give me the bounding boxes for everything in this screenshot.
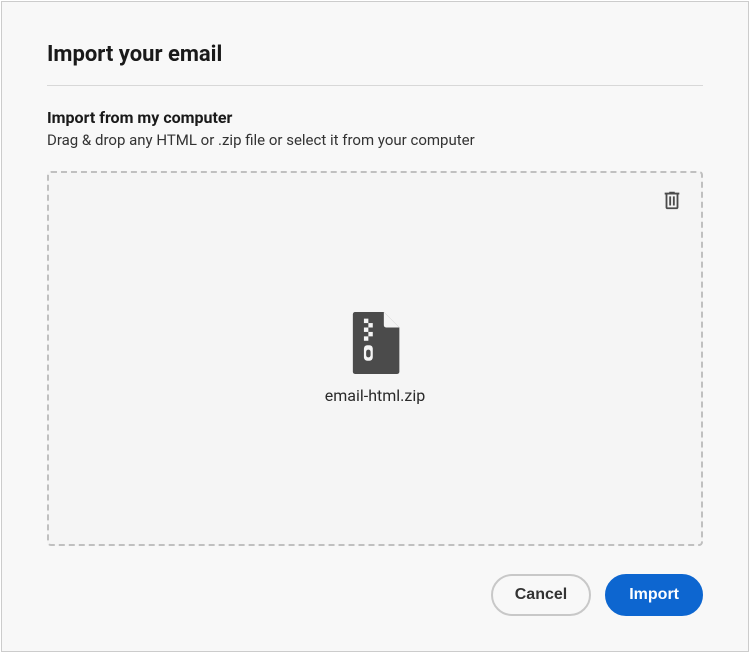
section-description: Drag & drop any HTML or .zip file or sel… xyxy=(47,131,703,149)
delete-file-button[interactable] xyxy=(661,189,683,211)
dialog-button-row: Cancel Import xyxy=(47,574,703,616)
section-title: Import from my computer xyxy=(47,108,703,127)
dialog-title: Import your email xyxy=(47,42,703,86)
import-button[interactable]: Import xyxy=(605,574,703,616)
trash-icon xyxy=(661,189,683,211)
cancel-button[interactable]: Cancel xyxy=(491,574,591,616)
file-name-label: email-html.zip xyxy=(325,386,425,405)
file-dropzone[interactable]: email-html.zip xyxy=(47,171,703,546)
import-email-dialog: Import your email Import from my compute… xyxy=(1,1,749,652)
uploaded-file: email-html.zip xyxy=(325,312,425,405)
zip-file-icon xyxy=(347,312,403,374)
